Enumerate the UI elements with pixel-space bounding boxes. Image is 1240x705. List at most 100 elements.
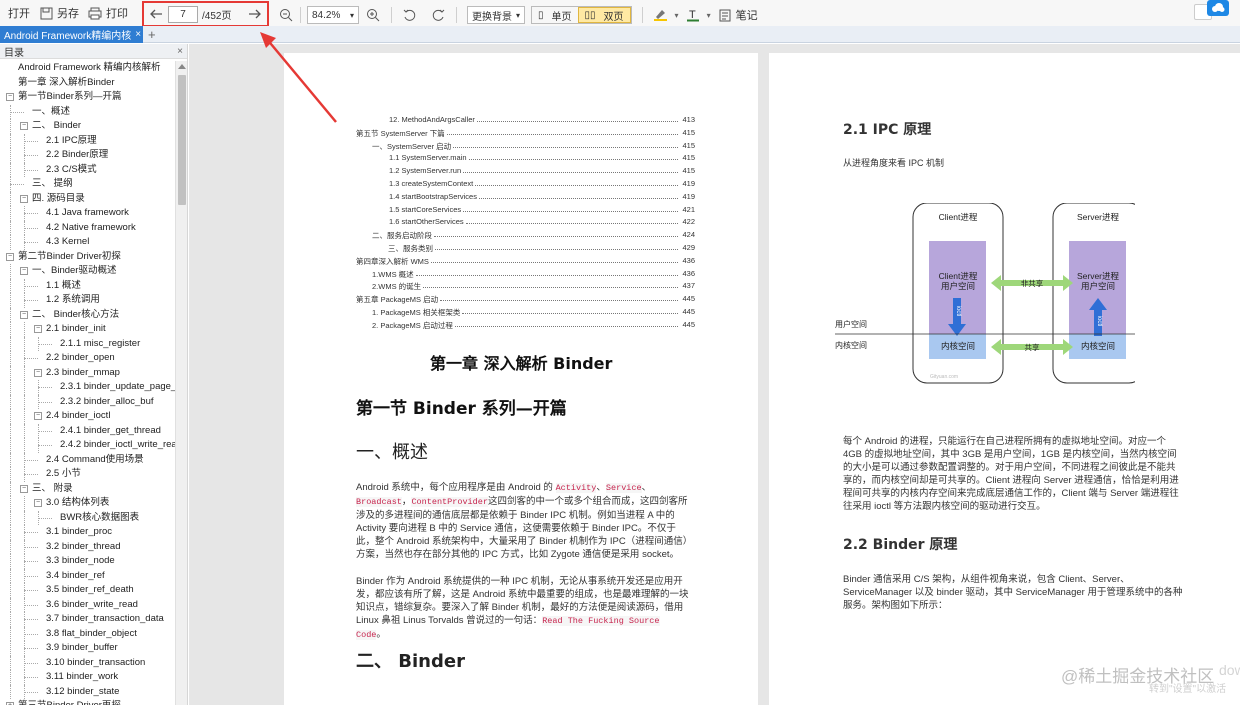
toc-entry[interactable]: 1.6 startOtherServices 422 [389, 217, 695, 228]
sidebar-item[interactable]: − 四. 源码目录 [0, 191, 175, 206]
chevron-down-icon[interactable]: ▾ [675, 11, 679, 20]
sidebar-item[interactable]: 2.4.1 binder_get_thread [0, 423, 175, 438]
prev-page-icon[interactable] [148, 6, 164, 22]
toc-entry[interactable]: 二、服务启动阶段 424 [372, 230, 695, 241]
sidebar-item[interactable]: 2.3.2 binder_alloc_buf [0, 394, 175, 409]
toc-entry[interactable]: 1.WMS 概述 436 [372, 269, 695, 280]
sidebar-item[interactable]: 2.1.1 misc_register [0, 336, 175, 351]
close-sidebar-icon[interactable]: × [177, 46, 183, 57]
zoom-select[interactable]: 84.2% ▾ [307, 6, 359, 24]
toc-entry[interactable]: 1. PackageMS 相关框架类 445 [372, 307, 695, 318]
sidebar-item[interactable]: 3.8 flat_binder_object [0, 626, 175, 641]
double-page-button[interactable]: ▯▯ 双页 [577, 7, 631, 23]
document-viewport[interactable]: 12. MethodAndArgsCaller 413 第五节 SystemServ… [189, 44, 1240, 705]
sidebar-scroll-thumb[interactable] [178, 75, 186, 205]
collapse-icon[interactable]: − [34, 325, 42, 333]
sidebar-item[interactable]: 3.6 binder_write_read [0, 597, 175, 612]
sidebar-item[interactable]: Android Framework 精编内核解析 [0, 61, 175, 76]
sidebar-item[interactable]: − 一、Binder驱动概述 [0, 264, 175, 279]
collapse-icon[interactable]: − [20, 310, 28, 319]
collapse-icon[interactable]: − [34, 368, 42, 377]
chevron-down-icon[interactable]: ▾ [707, 11, 711, 20]
next-page-icon[interactable] [247, 6, 263, 22]
sidebar-item[interactable]: 4.3 Kernel [0, 235, 175, 250]
toc-entry[interactable]: 三、服务类别 429 [388, 243, 695, 254]
toc-entry[interactable]: 1.3 createSystemContext 419 [389, 179, 695, 190]
sidebar-item[interactable]: 2.3 C/S模式 [0, 162, 175, 177]
sidebar-item[interactable]: 1.2 系统调用 [0, 293, 175, 308]
sidebar-item[interactable]: 一、概述 [0, 104, 175, 119]
sidebar-item[interactable]: 3.1 binder_proc [0, 525, 175, 540]
save-as-button[interactable]: 另存 [34, 2, 83, 24]
toc-entry[interactable]: 2.WMS 的诞生 437 [372, 281, 695, 292]
sidebar-item[interactable]: 3.7 binder_transaction_data [0, 612, 175, 627]
zoom-out-icon[interactable] [278, 7, 294, 23]
sidebar-item[interactable]: 3.3 binder_node [0, 554, 175, 569]
collapse-icon[interactable]: − [34, 412, 42, 420]
sidebar-item[interactable]: 2.5 小节 [0, 467, 175, 482]
notes-button[interactable]: 笔记 [717, 4, 758, 26]
sidebar-item[interactable]: 3.5 binder_ref_death [0, 583, 175, 598]
rotate-left-icon[interactable] [402, 7, 418, 23]
print-button[interactable]: 打印 [83, 2, 132, 24]
sidebar-item[interactable]: − 二、 Binder [0, 119, 175, 134]
sidebar-item[interactable]: 4.1 Java framework [0, 206, 175, 221]
scroll-up-icon[interactable] [178, 64, 186, 69]
sidebar-item[interactable]: −2.4 binder_ioctl [0, 409, 175, 424]
text-color-icon[interactable]: T [685, 7, 701, 23]
document-tab[interactable]: Android Framework精编内核 × [0, 26, 143, 43]
sidebar-item[interactable]: − 第一节Binder系列—开篇 [0, 90, 175, 105]
sidebar-item[interactable]: −3.0 结构体列表 [0, 496, 175, 511]
sidebar-scrollbar[interactable] [175, 61, 187, 705]
sidebar-item[interactable]: − 第二节Binder Driver初探 [0, 250, 175, 265]
sidebar-item[interactable]: +第三节Binder Driver再探 [0, 699, 175, 705]
open-button[interactable]: 打开 [4, 2, 34, 24]
close-tab-icon[interactable]: × [131, 29, 141, 40]
toc-entry[interactable]: 第五章 PackageMS 启动 445 [356, 294, 695, 305]
cloud-icon[interactable] [1207, 0, 1229, 16]
sidebar-item[interactable]: 2.1 IPC原理 [0, 133, 175, 148]
rotate-right-icon[interactable] [430, 7, 446, 23]
add-tab-button[interactable]: + [148, 26, 156, 43]
sidebar-item[interactable]: 4.2 Native framework [0, 220, 175, 235]
sidebar-item[interactable]: −2.1 binder_init [0, 322, 175, 337]
sidebar-item[interactable]: 3.12 binder_state [0, 684, 175, 699]
collapse-icon[interactable]: − [34, 499, 42, 507]
sidebar-item[interactable]: 三、 提纲 [0, 177, 175, 192]
toc-entry[interactable]: 1.5 startCoreServices 421 [389, 205, 695, 216]
toc-entry[interactable]: 2. PackageMS 启动过程 445 [372, 320, 695, 331]
collapse-icon[interactable]: − [6, 93, 14, 101]
collapse-icon[interactable]: − [20, 267, 28, 275]
toc-entry[interactable]: 第四章深入解析 WMS 436 [356, 256, 695, 267]
sidebar-item[interactable]: 2.4 Command使用场景 [0, 452, 175, 467]
toc-entry[interactable]: 1.1 SystemServer.main 415 [389, 153, 695, 164]
sidebar-item[interactable]: 2.3.1 binder_update_page_ra [0, 380, 175, 395]
sidebar-item[interactable]: − 二、 Binder核心方法 [0, 307, 175, 322]
sidebar-item[interactable]: 第一章 深入解析Binder [0, 76, 175, 91]
toc-entry[interactable]: 12. MethodAndArgsCaller 413 [389, 115, 695, 126]
sidebar-item[interactable]: −2.3 binder_mmap [0, 365, 175, 380]
collapse-icon[interactable]: − [20, 122, 28, 130]
collapse-icon[interactable]: − [20, 484, 28, 493]
sidebar-item[interactable]: 1.1 概述 [0, 278, 175, 293]
collapse-icon[interactable]: − [6, 252, 14, 261]
sidebar-item[interactable]: 2.2 binder_open [0, 351, 175, 366]
highlighter-icon[interactable] [653, 7, 669, 23]
sidebar-item[interactable]: BWR核心数据图表 [0, 510, 175, 525]
page-number-input[interactable]: 7 [168, 5, 198, 23]
toc-entry[interactable]: 第五节 SystemServer 下篇 415 [356, 128, 695, 139]
sidebar-item[interactable]: 3.2 binder_thread [0, 539, 175, 554]
sidebar-item[interactable]: 3.11 binder_work [0, 670, 175, 685]
collapse-icon[interactable]: − [20, 194, 28, 203]
sidebar-item[interactable]: 3.10 binder_transaction [0, 655, 175, 670]
toc-entry[interactable]: 1.2 SystemServer.run 415 [389, 166, 695, 177]
sidebar-item[interactable]: − 三、 附录 [0, 481, 175, 496]
background-select[interactable]: 更换背景 ▾ [467, 6, 526, 24]
sidebar-item[interactable]: 3.4 binder_ref [0, 568, 175, 583]
sidebar-item[interactable]: 2.4.2 binder_ioctl_write_read [0, 438, 175, 453]
toc-entry[interactable]: 一、SystemServer 启动 415 [372, 141, 695, 152]
single-page-button[interactable]: ▯ 单页 [532, 7, 578, 23]
sidebar-item[interactable]: 2.2 Binder原理 [0, 148, 175, 163]
sidebar-item[interactable]: 3.9 binder_buffer [0, 641, 175, 656]
zoom-in-icon[interactable] [365, 7, 381, 23]
